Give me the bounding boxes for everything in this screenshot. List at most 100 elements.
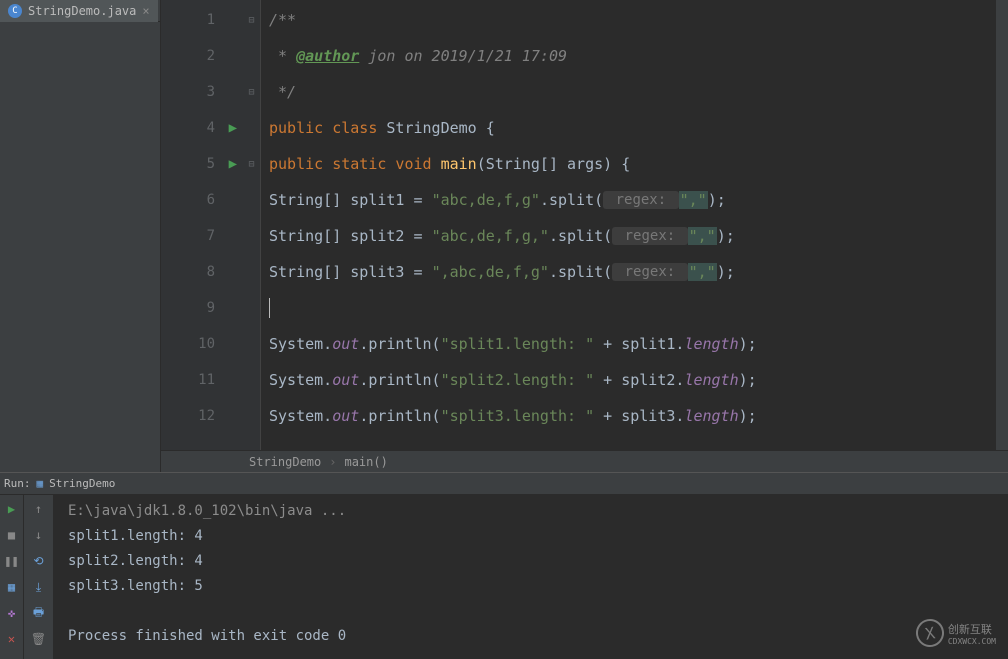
code-text: String[] split2 =	[269, 227, 432, 245]
watermark: X 创新互联 CDXWCX.COM	[916, 619, 996, 647]
close-icon[interactable]: ×	[142, 4, 149, 18]
code-text: length	[684, 407, 738, 425]
fold-column: ⊟ ⊟ ⊟	[243, 0, 261, 450]
code-editor[interactable]: 1 2 3 4▶ 5▶ 6 7 8 9 10 11 12 ⊟ ⊟ ⊟	[161, 0, 1008, 450]
code-text: "split2.length: "	[441, 371, 595, 389]
code-text: String[] split3 =	[269, 263, 432, 281]
code-text: length	[684, 335, 738, 353]
parameter-hint: regex:	[612, 263, 687, 281]
down-icon[interactable]: ↓	[31, 527, 47, 543]
fold-icon[interactable]: ⊟	[248, 159, 254, 170]
watermark-sub: CDXWCX.COM	[948, 637, 996, 646]
code-text: {	[621, 155, 630, 173]
text-cursor	[269, 298, 270, 318]
run-tool-header[interactable]: Run: ▦ StringDemo	[0, 473, 1008, 495]
soft-wrap-icon[interactable]: ⟲	[31, 553, 47, 569]
code-text: ","	[679, 191, 708, 209]
code-text: main	[441, 155, 477, 173]
project-sidebar[interactable]: C StringDemo.java ×	[0, 0, 161, 472]
console-line: split2.length: 4	[68, 549, 994, 574]
dump-icon[interactable]: ▦	[4, 579, 20, 595]
code-text: jon on 2019/1/21 17:09	[359, 47, 567, 65]
run-target-icon: ▦	[37, 477, 44, 490]
file-tab-stringdemo[interactable]: C StringDemo.java ×	[0, 0, 158, 22]
code-text: public static void	[269, 155, 441, 173]
line-number: 5	[207, 156, 215, 172]
fold-icon[interactable]: ⊟	[248, 87, 254, 98]
run-toolbar-primary: ▶ ■ ❚❚ ▦ ✜ ✕	[0, 495, 24, 659]
code-text: );	[717, 263, 735, 281]
code-text: );	[739, 407, 757, 425]
code-text: );	[708, 191, 726, 209]
code-text: ",abc,de,f,g"	[432, 263, 549, 281]
vertical-scrollbar[interactable]	[996, 0, 1008, 450]
layout-icon[interactable]: ✜	[4, 605, 20, 621]
run-gutter-icon[interactable]: ▶	[229, 120, 237, 136]
line-number: 3	[207, 84, 215, 100]
code-text: StringDemo	[386, 119, 485, 137]
code-text: );	[739, 371, 757, 389]
run-toolbar-secondary: ↑ ↓ ⟲ ⤓ 🖶 🗑	[24, 495, 54, 659]
breadcrumb-item[interactable]: StringDemo	[249, 455, 321, 469]
code-text: public	[269, 119, 332, 137]
code-text: + split3.	[594, 407, 684, 425]
java-class-icon: C	[8, 4, 22, 18]
console-output[interactable]: E:\java\jdk1.8.0_102\bin\java ... split1…	[54, 495, 1008, 659]
console-line: Process finished with exit code 0	[68, 624, 994, 649]
console-line: split1.length: 4	[68, 524, 994, 549]
code-text: );	[717, 227, 735, 245]
run-config-name: StringDemo	[49, 477, 115, 490]
breadcrumb-item[interactable]: main()	[344, 455, 387, 469]
code-text: .split(	[549, 263, 612, 281]
code-text: "abc,de,f,g"	[432, 191, 540, 209]
line-number: 4	[207, 120, 215, 136]
run-label: Run:	[4, 477, 31, 490]
file-tab-label: StringDemo.java	[28, 4, 136, 18]
pause-icon[interactable]: ❚❚	[4, 553, 20, 569]
code-text: {	[486, 119, 495, 137]
stop-icon[interactable]: ■	[4, 527, 20, 543]
code-text: String[] split1 =	[269, 191, 432, 209]
code-text: *	[269, 47, 296, 65]
chevron-right-icon: ›	[329, 455, 336, 469]
console-line: split3.length: 5	[68, 574, 994, 599]
code-text: .println(	[359, 335, 440, 353]
code-text: @author	[296, 47, 359, 65]
code-text: .split(	[549, 227, 612, 245]
code-text: System.	[269, 407, 332, 425]
line-number: 11	[198, 372, 215, 388]
print-icon[interactable]: 🖶	[31, 605, 47, 621]
rerun-icon[interactable]: ▶	[4, 501, 20, 517]
line-number: 1	[207, 12, 215, 28]
up-icon[interactable]: ↑	[31, 501, 47, 517]
fold-icon[interactable]: ⊟	[248, 15, 254, 26]
code-text: out	[332, 371, 359, 389]
line-number: 12	[198, 408, 215, 424]
code-text: System.	[269, 335, 332, 353]
parameter-hint: regex:	[612, 227, 687, 245]
line-number: 6	[207, 192, 215, 208]
code-text: System.	[269, 371, 332, 389]
scroll-end-icon[interactable]: ⤓	[31, 579, 47, 595]
code-text: (String[] args)	[477, 155, 622, 173]
code-text: ","	[688, 263, 717, 281]
code-text: );	[739, 335, 757, 353]
code-text: + split2.	[594, 371, 684, 389]
code-text: .println(	[359, 371, 440, 389]
line-number: 9	[207, 300, 215, 316]
code-text: length	[684, 371, 738, 389]
close-icon[interactable]: ✕	[4, 631, 20, 647]
watermark-logo-icon: X	[914, 617, 946, 649]
trash-icon[interactable]: 🗑	[31, 631, 47, 647]
run-gutter-icon[interactable]: ▶	[229, 156, 237, 172]
breadcrumb[interactable]: StringDemo › main()	[161, 450, 1008, 472]
watermark-text: 创新互联	[948, 621, 996, 637]
code-text: "split1.length: "	[441, 335, 595, 353]
code-text: + split1.	[594, 335, 684, 353]
code-text: "split3.length: "	[441, 407, 595, 425]
code-text: /**	[269, 11, 296, 29]
code-text: "abc,de,f,g,"	[432, 227, 549, 245]
code-text: out	[332, 407, 359, 425]
code-text: ","	[688, 227, 717, 245]
line-gutter: 1 2 3 4▶ 5▶ 6 7 8 9 10 11 12	[161, 0, 243, 450]
